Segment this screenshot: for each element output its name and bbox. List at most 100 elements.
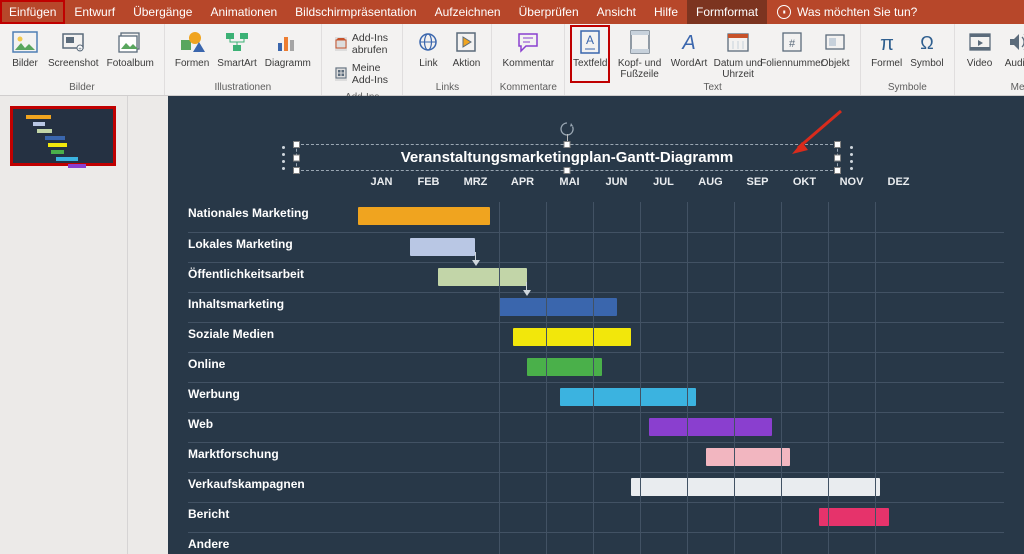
resize-handle[interactable] [293,167,300,174]
gantt-bar[interactable] [819,508,890,526]
tab-hilfe[interactable]: Hilfe [645,0,687,24]
chart-month-axis: JANFEBMRZAPRMAIJUNJULAUGSEPOKTNOVDEZ [358,176,922,198]
resize-handle[interactable] [564,141,571,148]
button-label: Link [419,58,437,69]
resize-handle[interactable] [293,141,300,148]
gantt-bar[interactable] [410,238,476,256]
object-button[interactable]: Objekt [816,26,854,82]
group-label: Illustrationen [215,82,272,95]
action-button[interactable]: Aktion [447,26,485,82]
album-button[interactable]: Fotoalbum [103,26,158,82]
gantt-bar[interactable] [560,388,696,406]
svg-text:A: A [681,32,695,53]
audio-icon [1004,28,1024,56]
gantt-row: Lokales Marketing [188,232,1004,262]
gantt-row: Bericht [188,502,1004,532]
image-button[interactable]: Bilder [6,26,44,82]
ribbon-group: ATextfeldKopf- und FußzeileAWordArtDatum… [565,24,861,95]
task-label: Marktforschung [188,447,358,461]
comment-icon [514,28,542,56]
workspace: Veranstaltungsmarketingplan-Gantt-Diagra… [0,96,1024,554]
button-label: Add-Ins abrufen [352,32,390,56]
group-label: Kommentare [500,82,557,95]
slide-editor[interactable]: Veranstaltungsmarketingplan-Gantt-Diagra… [128,96,1024,554]
month-label: DEZ [875,176,922,198]
myaddins-button[interactable]: Meine Add-Ins [332,60,393,88]
slide-thumbnail-1[interactable] [10,106,116,166]
month-label: FEB [405,176,452,198]
grip-left-icon[interactable] [278,146,288,170]
chart-button[interactable]: Diagramm [261,26,315,82]
gantt-bar[interactable] [631,478,880,496]
album-icon [116,28,144,56]
link-icon [414,28,442,56]
button-label: Textfeld [573,58,607,69]
gantt-bar[interactable] [513,328,631,346]
audio-button[interactable]: Audio [999,26,1024,82]
datetime-button[interactable]: Datum und Uhrzeit [708,26,768,82]
symbol-button[interactable]: Ω Symbol [906,26,947,82]
gridline [828,202,829,554]
smartart-icon [223,28,251,56]
resize-handle[interactable] [834,167,841,174]
resize-handle[interactable] [564,167,571,174]
gantt-row: Werbung [188,382,1004,412]
textbox-button[interactable]: ATextfeld [571,26,609,82]
gridline [546,202,547,554]
tell-me-search[interactable]: Was möchten Sie tun? [767,0,927,24]
task-label: Verkaufskampagnen [188,477,358,491]
ribbon-group: Kommentar Kommentare [492,24,565,95]
tab-formformat[interactable]: Formformat [687,0,767,24]
button-label: Kommentar [502,58,554,69]
gantt-bar[interactable] [706,448,791,466]
tab-uebergaenge[interactable]: Übergänge [124,0,201,24]
shapes-icon [178,28,206,56]
tab-aufzeichnen[interactable]: Aufzeichnen [426,0,510,24]
wordart-button[interactable]: AWordArt [670,26,708,82]
store-button[interactable]: Add-Ins abrufen [332,30,393,58]
gridline [781,202,782,554]
tell-me-placeholder: Was möchten Sie tun? [797,5,917,19]
ribbon-group: πFormelΩSymbolSymbole [861,24,954,95]
comment-button[interactable]: Kommentar [498,26,558,82]
svg-text:Ω: Ω [920,33,933,53]
task-label: Bericht [188,507,358,521]
tab-entwurf[interactable]: Entwurf [65,0,124,24]
tab-einfuegen[interactable]: Einfügen [0,0,65,24]
myaddins-icon [335,67,347,81]
video-button[interactable]: Video [961,26,999,82]
smartart-button[interactable]: SmartArt [213,26,260,82]
gantt-bar[interactable] [358,207,490,225]
tab-bildschirmpraesentation[interactable]: Bildschirmpräsentation [286,0,425,24]
task-label: Online [188,357,358,371]
title-textbox[interactable]: Veranstaltungsmarketingplan-Gantt-Diagra… [296,144,838,171]
slidenum-button[interactable]: #Foliennummer [768,26,816,82]
equation-button[interactable]: πFormel [867,26,906,82]
button-label: Fotoalbum [107,58,154,69]
headerfooter-button[interactable]: Kopf- und Fußzeile [609,26,670,82]
resize-handle[interactable] [293,154,300,161]
slidenum-icon: # [778,28,806,56]
task-label: Nationales Marketing [188,206,358,220]
tab-animationen[interactable]: Animationen [201,0,286,24]
chart-title[interactable]: Veranstaltungsmarketingplan-Gantt-Diagra… [307,149,827,166]
shapes-button[interactable]: Formen [171,26,213,82]
button-label: Symbol [910,58,943,69]
chart-icon [274,28,302,56]
gantt-bar[interactable] [438,268,527,286]
task-label: Andere [188,537,358,551]
tab-ansicht[interactable]: Ansicht [588,0,645,24]
gantt-bar[interactable] [527,358,602,376]
screenshot-button[interactable]: +Screenshot [44,26,103,82]
task-label: Soziale Medien [188,327,358,341]
grip-right-icon[interactable] [846,146,856,170]
task-label: Werbung [188,387,358,401]
gantt-row: Verkaufskampagnen [188,472,1004,502]
gantt-bar[interactable] [649,418,771,436]
gridline [875,202,876,554]
link-button[interactable]: Link [409,26,447,82]
gantt-bar[interactable] [499,298,617,316]
tab-ueberpruefen[interactable]: Überprüfen [510,0,588,24]
gantt-row: Andere [188,532,1004,554]
video-icon [966,28,994,56]
